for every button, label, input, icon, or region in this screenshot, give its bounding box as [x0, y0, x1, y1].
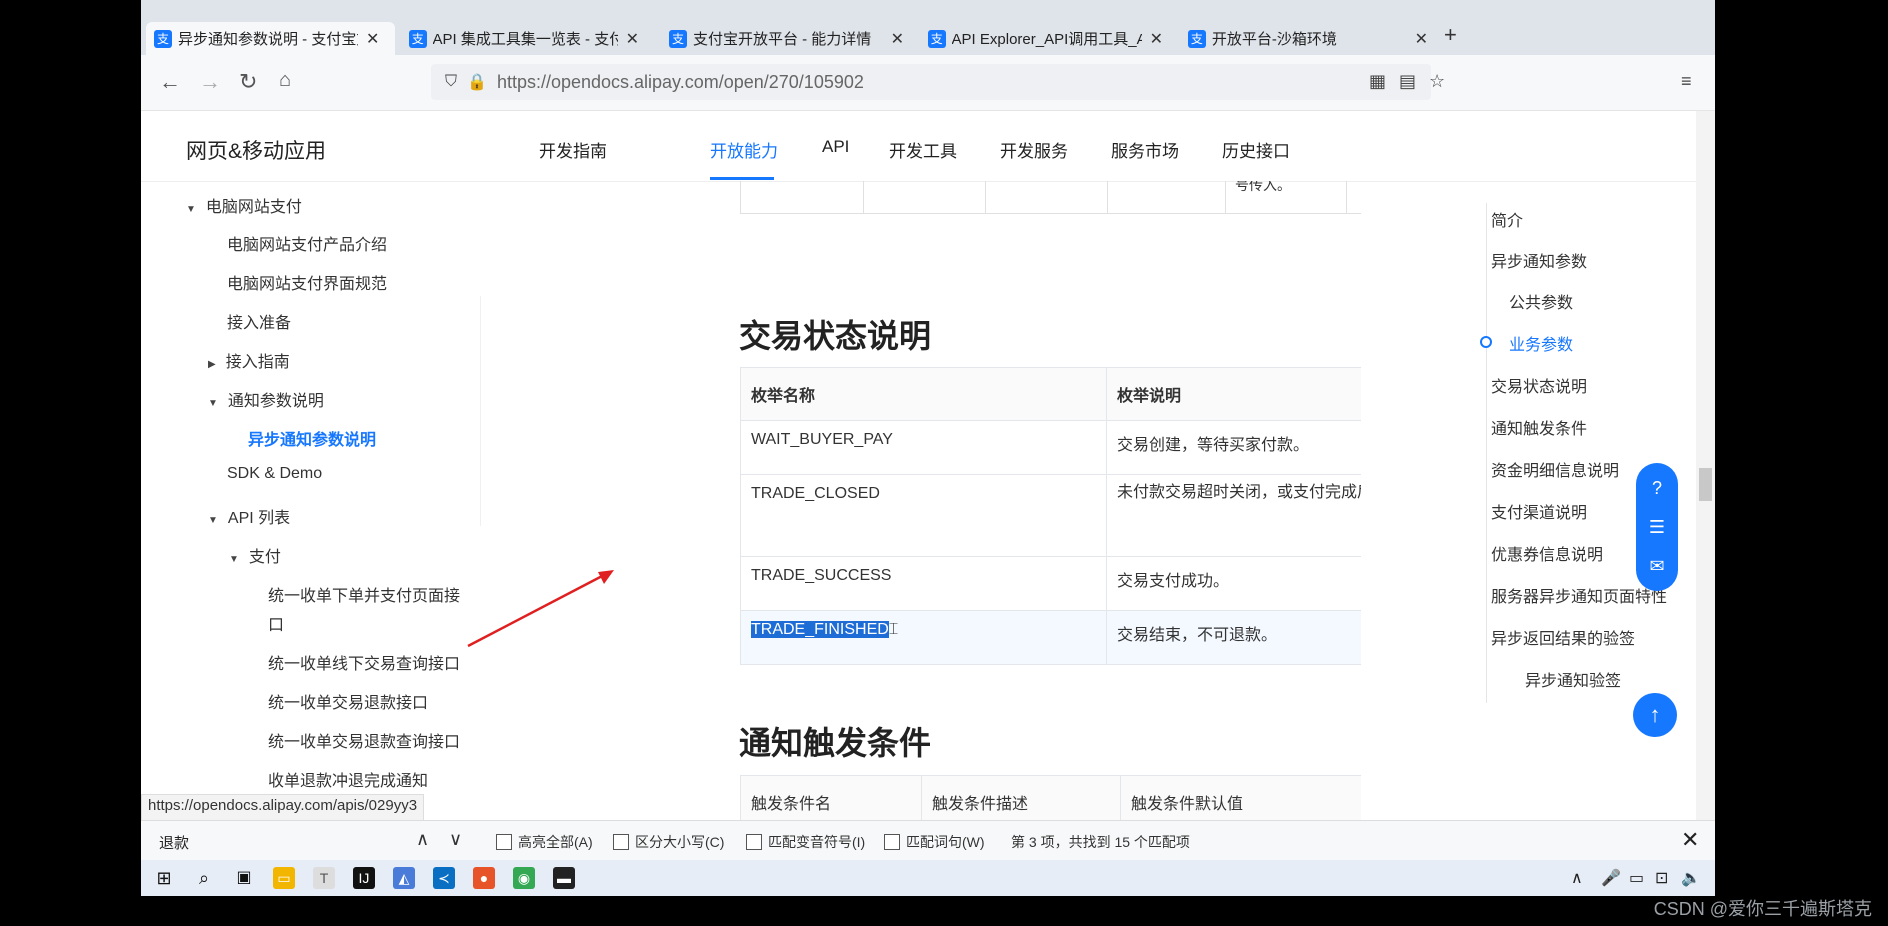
watermark-text: CSDN @爱你三千遍斯塔克 — [1653, 899, 1872, 919]
annotation-arrow — [467, 570, 614, 648]
arrow-shaft — [467, 572, 607, 648]
